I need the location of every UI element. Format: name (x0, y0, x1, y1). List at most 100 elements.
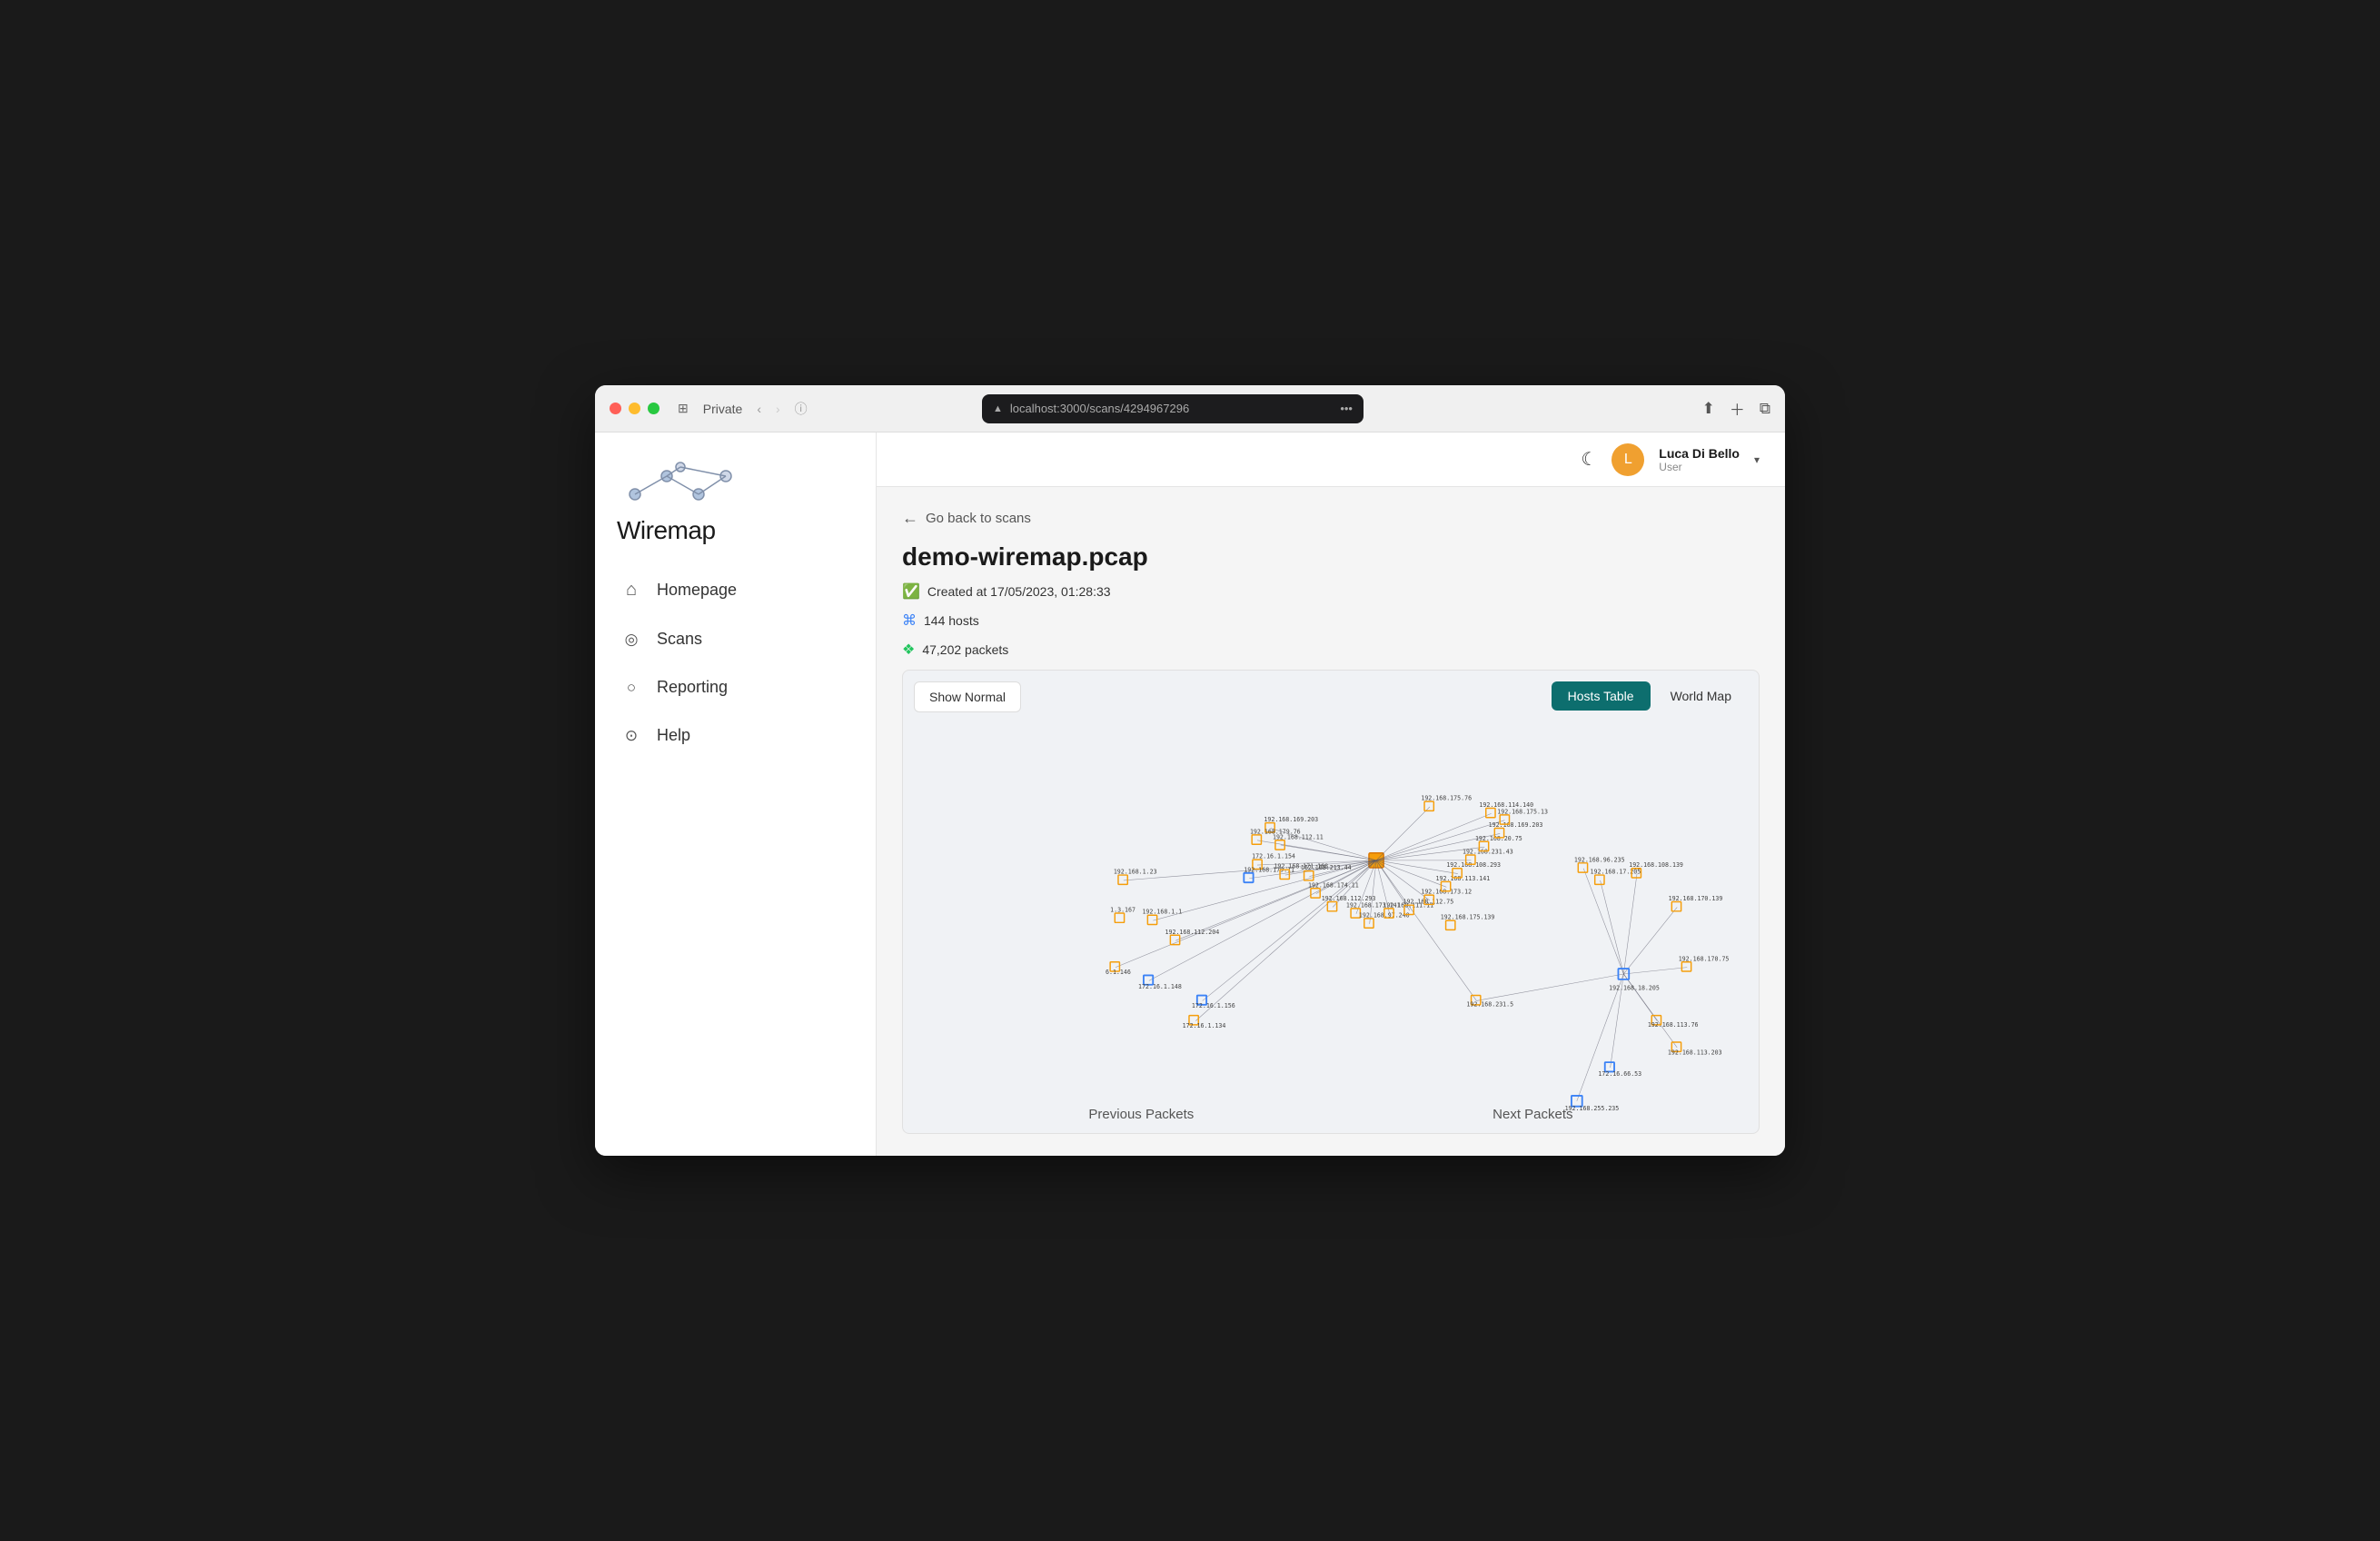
maximize-button[interactable] (648, 403, 659, 414)
svg-text:192.168.20.75: 192.168.20.75 (1475, 835, 1522, 842)
svg-text:6.1.146: 6.1.146 (1106, 969, 1131, 976)
url-options-icon[interactable]: ••• (1340, 402, 1353, 415)
page-title: demo-wiremap.pcap (902, 542, 1760, 572)
nav-menu: ⌂ Homepage ◎ Scans ○ Reporting ⊙ Help (595, 567, 876, 758)
svg-text:1.3.167: 1.3.167 (1110, 907, 1135, 914)
minimize-button[interactable] (629, 403, 640, 414)
sidebar-item-help[interactable]: ⊙ Help (606, 713, 865, 758)
svg-text:192.168.169.203: 192.168.169.203 (1489, 821, 1543, 829)
packets-icon: ❖ (902, 641, 915, 659)
forward-nav-icon: › (776, 402, 780, 416)
show-normal-button[interactable]: Show Normal (914, 681, 1021, 712)
back-label: Go back to scans (926, 511, 1031, 526)
svg-text:192.168.169.203: 192.168.169.203 (1264, 816, 1318, 823)
svg-text:192.168.108.139: 192.168.108.139 (1629, 861, 1683, 869)
title-bar: ⊞ Private ‹ › ⓘ ▲ localhost:3000/scans/4… (595, 385, 1785, 432)
sidebar-item-help-label: Help (657, 726, 690, 745)
traffic-lights (610, 403, 659, 414)
main-content: ← Go back to scans demo-wiremap.pcap ✅ C… (877, 487, 1785, 1156)
user-section: ☾ L Luca Di Bello User ▾ (1581, 443, 1760, 476)
tabs-icon[interactable]: ⧉ (1760, 400, 1770, 418)
next-packets-button[interactable]: Next Packets (1492, 1107, 1572, 1122)
app-body: Wiremap ⌂ Homepage ◎ Scans ○ Reporting ⊙… (595, 432, 1785, 1156)
created-at-row: ✅ Created at 17/05/2023, 01:28:33 (902, 582, 1760, 601)
svg-text:192.168.18.205: 192.168.18.205 (1609, 985, 1660, 992)
svg-text:192.168.113.203: 192.168.113.203 (1668, 1049, 1722, 1056)
previous-packets-button[interactable]: Previous Packets (1088, 1107, 1194, 1122)
new-tab-icon[interactable]: ＋ (1730, 397, 1745, 420)
browser-controls: ⊞ (678, 401, 689, 416)
packets-row: ❖ 47,202 packets (902, 641, 1760, 659)
map-navigation: Previous Packets Next Packets (903, 1107, 1759, 1122)
svg-text:192.168.170.75: 192.168.170.75 (1679, 955, 1730, 962)
svg-text:192.168.113.76: 192.168.113.76 (1648, 1021, 1699, 1029)
private-label: Private (703, 402, 743, 416)
svg-text:192.168.175.76: 192.168.175.76 (1421, 795, 1472, 802)
svg-text:172.16.1.156: 172.16.1.156 (1192, 1002, 1235, 1009)
svg-text:172.16.1.148: 172.16.1.148 (1138, 983, 1182, 990)
info-icon[interactable]: ⓘ (795, 400, 808, 418)
sidebar-item-reporting-label: Reporting (657, 678, 728, 697)
svg-text:192.168.1.1: 192.168.1.1 (1142, 909, 1182, 916)
created-at-label: Created at 17/05/2023, 01:28:33 (927, 584, 1111, 599)
share-icon[interactable]: ⬆ (1702, 400, 1715, 418)
user-info: Luca Di Bello User (1659, 446, 1740, 473)
svg-text:192.168.231.43: 192.168.231.43 (1463, 849, 1513, 856)
hosts-count-label: 144 hosts (924, 613, 979, 628)
svg-text:192.168.17.205: 192.168.17.205 (1591, 869, 1641, 876)
svg-text:192.168.114.140: 192.168.114.140 (1479, 801, 1533, 809)
user-dropdown-icon[interactable]: ▾ (1754, 453, 1760, 466)
svg-text:172.16.1.134: 172.16.1.134 (1183, 1022, 1226, 1029)
user-role: User (1659, 461, 1740, 473)
address-bar[interactable]: ▲ localhost:3000/scans/4294967296 ••• (982, 394, 1364, 423)
checkmark-icon: ✅ (902, 582, 920, 601)
close-button[interactable] (610, 403, 621, 414)
svg-text:192.168.179.76: 192.168.179.76 (1250, 828, 1301, 835)
logo-icon (617, 458, 744, 512)
user-name: Luca Di Bello (1659, 446, 1740, 461)
network-graph: .node-label { font-size: 9px; fill: #444… (903, 671, 1759, 1133)
back-to-scans-link[interactable]: ← Go back to scans (902, 509, 1760, 528)
world-map-tab[interactable]: World Map (1654, 681, 1748, 711)
hosts-row: ⌘ 144 hosts (902, 611, 1760, 630)
sidebar-item-scans-label: Scans (657, 630, 702, 649)
hosts-table-tab[interactable]: Hosts Table (1552, 681, 1651, 711)
avatar-initial: L (1624, 452, 1632, 468)
svg-text:192.168.108.293: 192.168.108.293 (1446, 861, 1501, 869)
sidebar-item-scans[interactable]: ◎ Scans (606, 617, 865, 661)
back-arrow-icon: ← (902, 509, 918, 528)
svg-text:172.16.1.154: 172.16.1.154 (1252, 853, 1295, 860)
url-display: localhost:3000/scans/4294967296 (1010, 402, 1189, 415)
back-nav-icon[interactable]: ‹ (757, 402, 761, 416)
url-prefix: localhost:3000 (1010, 402, 1086, 415)
svg-text:192.168.173.12: 192.168.173.12 (1421, 889, 1472, 896)
svg-text:192.168.175.13: 192.168.175.13 (1497, 808, 1548, 815)
title-bar-right: ⬆ ＋ ⧉ (1702, 397, 1770, 420)
home-icon: ⌂ (620, 580, 642, 601)
main-panel: ☾ L Luca Di Bello User ▾ ← Go back to sc… (877, 432, 1785, 1156)
network-map[interactable]: Show Normal Hosts Table World Map .node-… (902, 670, 1760, 1134)
svg-text:192.168.96.235: 192.168.96.235 (1574, 856, 1625, 863)
hosts-icon: ⌘ (902, 611, 917, 630)
browser-window: ⊞ Private ‹ › ⓘ ▲ localhost:3000/scans/4… (595, 385, 1785, 1156)
map-view-tabs: Hosts Table World Map (1552, 681, 1748, 711)
sidebar-item-homepage[interactable]: ⌂ Homepage (606, 567, 865, 613)
sidebar: Wiremap ⌂ Homepage ◎ Scans ○ Reporting ⊙… (595, 432, 877, 1156)
theme-toggle-icon[interactable]: ☾ (1581, 448, 1597, 471)
svg-text:192.168.231.5: 192.168.231.5 (1466, 1000, 1513, 1008)
map-toolbar: Show Normal (914, 681, 1021, 712)
svg-text:192.168.170.139: 192.168.170.139 (1669, 895, 1723, 902)
logo: Wiremap (595, 447, 876, 567)
svg-text:162.168.213.44: 162.168.213.44 (1301, 864, 1352, 871)
help-icon: ⊙ (620, 727, 642, 745)
url-path: /scans/4294967296 (1086, 402, 1189, 415)
user-avatar: L (1611, 443, 1644, 476)
svg-text:192.168.175.139: 192.168.175.139 (1441, 914, 1495, 921)
svg-text:192.168.174.11: 192.168.174.11 (1308, 881, 1359, 889)
sidebar-toggle-icon[interactable]: ⊞ (678, 401, 689, 416)
scans-icon: ◎ (620, 631, 642, 649)
main-header: ☾ L Luca Di Bello User ▾ (877, 432, 1785, 487)
svg-text:192.168.1.23: 192.168.1.23 (1114, 869, 1157, 876)
sidebar-item-reporting[interactable]: ○ Reporting (606, 665, 865, 710)
svg-text:172.16.66.53: 172.16.66.53 (1598, 1070, 1641, 1078)
